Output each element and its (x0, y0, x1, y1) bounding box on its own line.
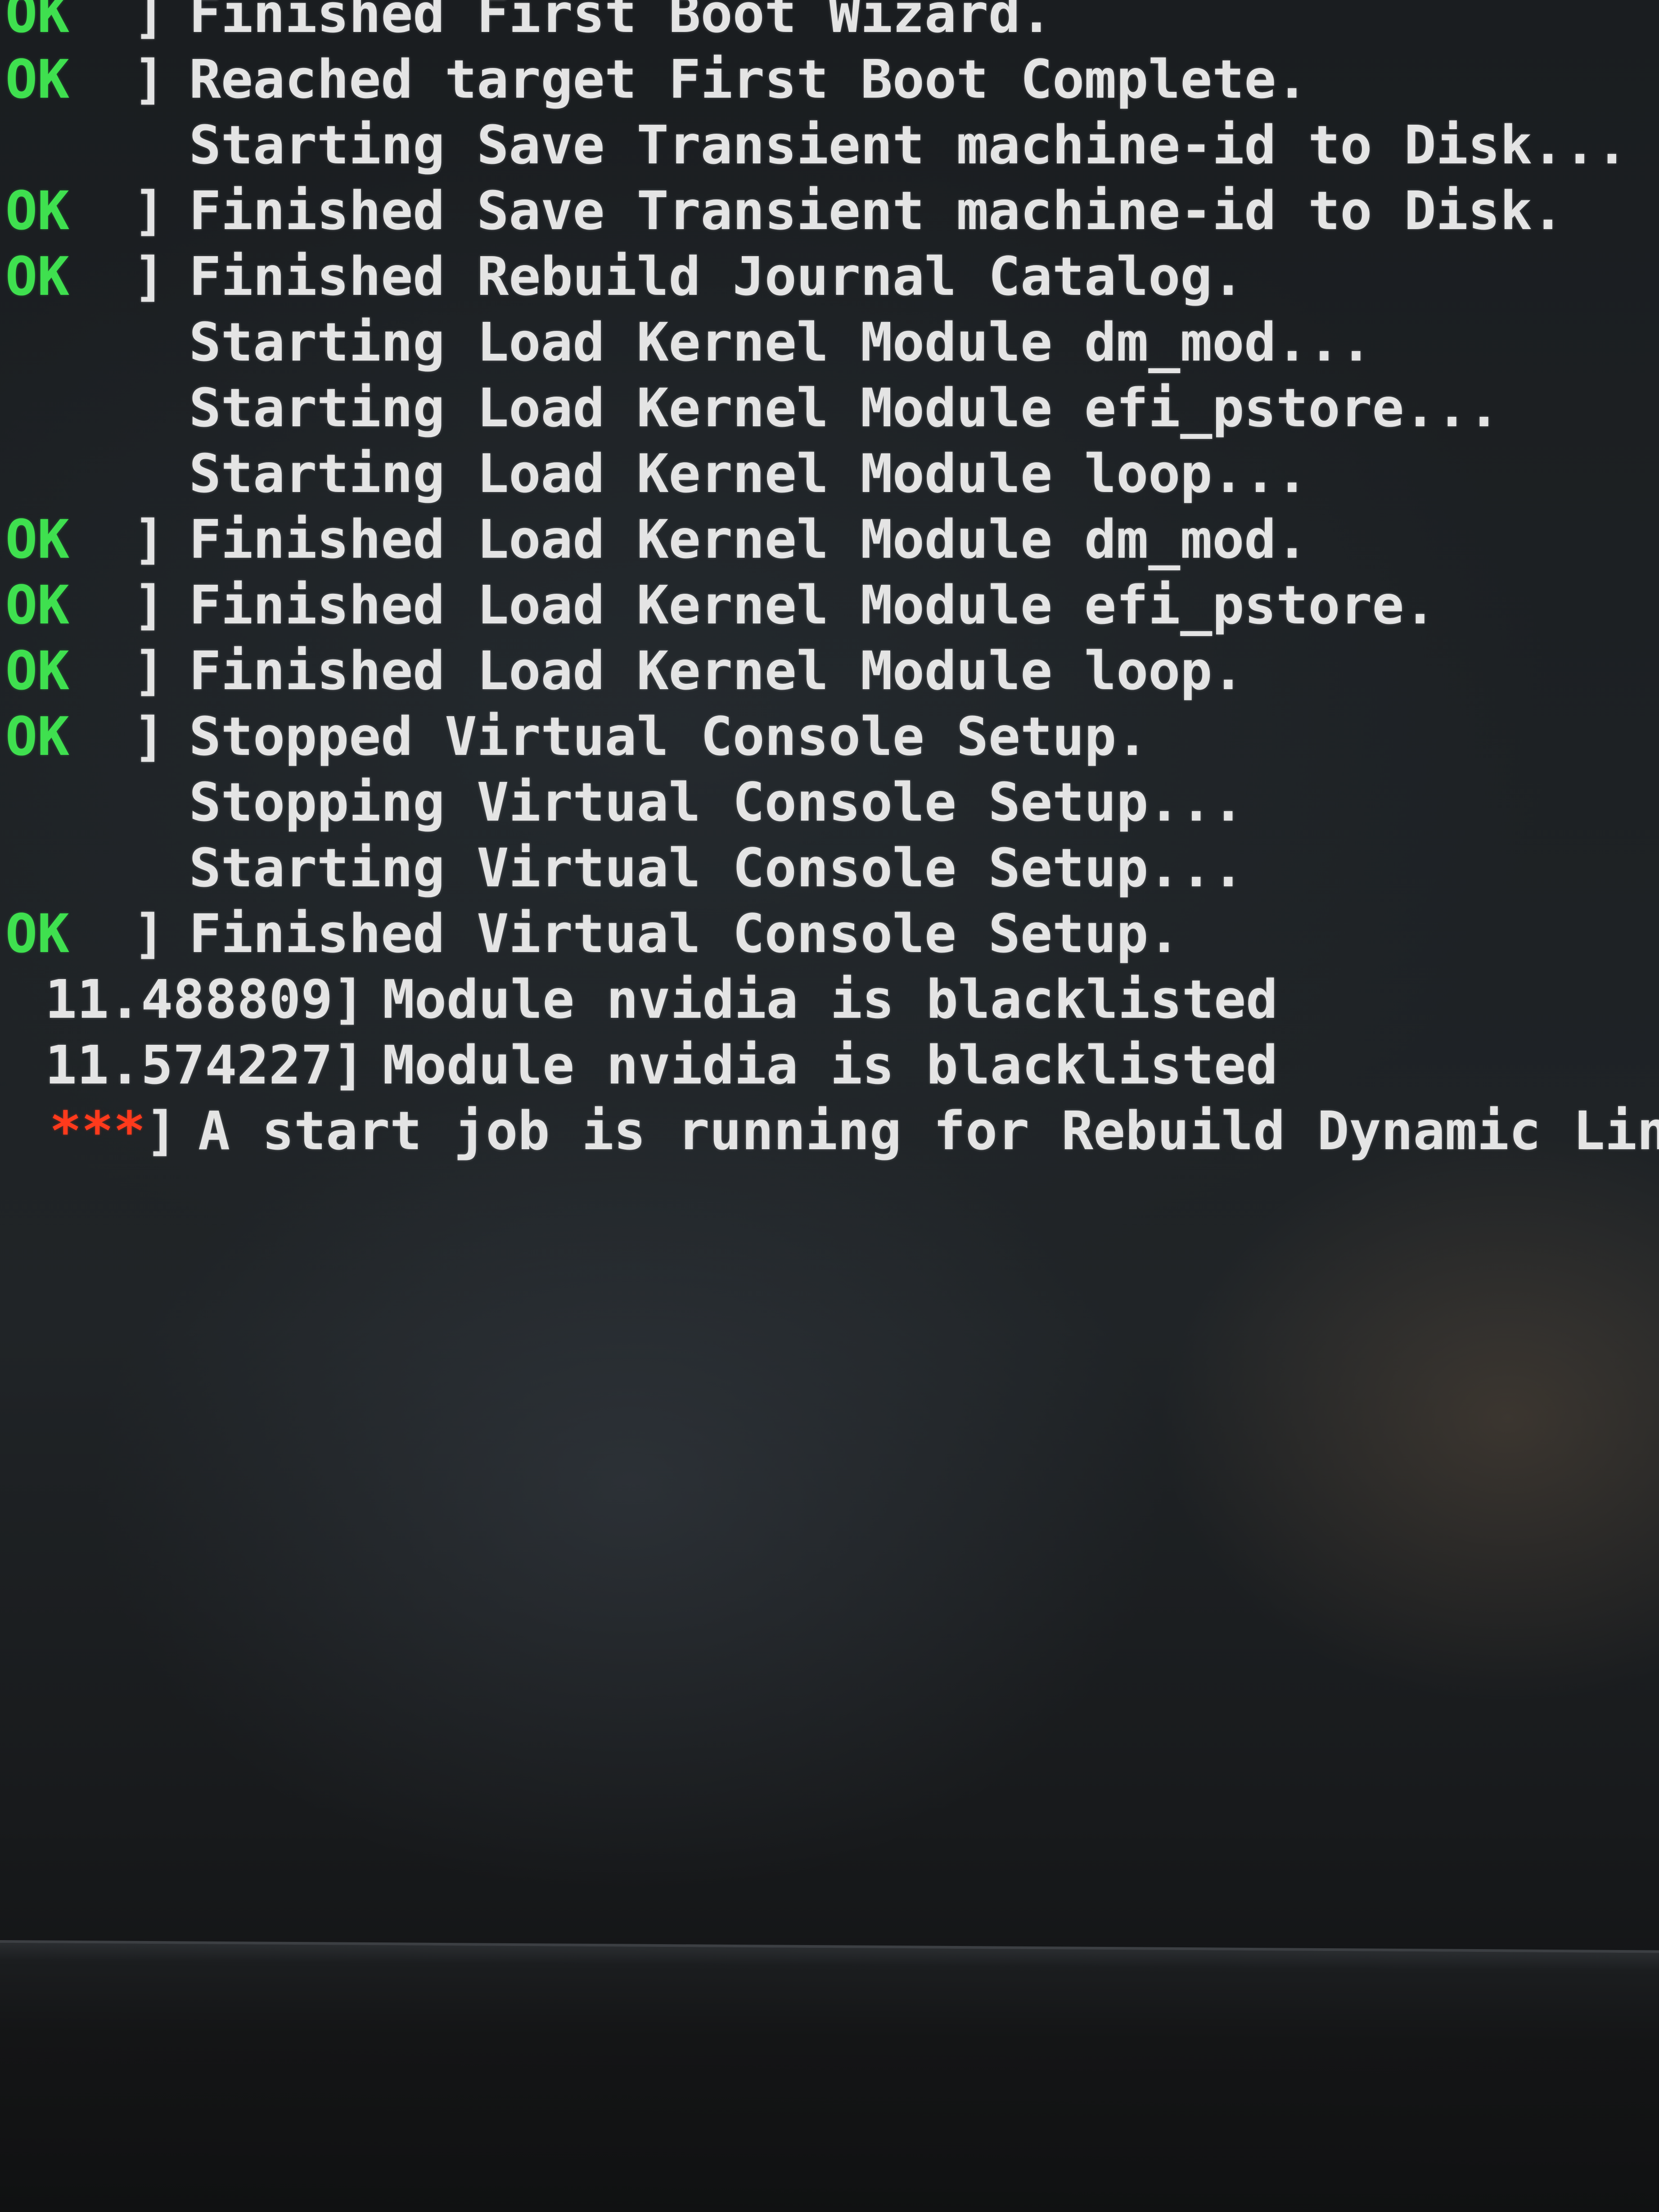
kernel-message: Module nvidia is blacklisted (383, 1034, 1278, 1096)
status-ok-label: OK (5, 48, 70, 110)
status-badge: OK ] (5, 639, 165, 702)
status-bracket: ] (69, 508, 166, 570)
status-ok-label: OK (5, 508, 70, 570)
start-job-message: A start job is running for Rebuild Dynam… (198, 1100, 1659, 1162)
status-badge: OK ] (5, 0, 165, 45)
status-ok-label: OK (5, 640, 70, 702)
log-message: Starting Load Kernel Module loop... (189, 442, 1308, 505)
status-badge: OK ] (5, 902, 165, 965)
status-bracket: ] (69, 245, 166, 307)
status-bracket: ] (69, 705, 166, 767)
status-badge: OK ] (5, 48, 165, 111)
log-message: Reached target First Boot Complete. (189, 48, 1308, 110)
log-message: Finished Load Kernel Module efi_pstore. (189, 574, 1436, 636)
status-bracket: ] (69, 574, 166, 636)
monitor-screen: OK ] Finished First Boot Wizard. OK ] Reach… (0, 0, 1659, 2212)
log-message: Starting Virtual Console Setup... (189, 837, 1244, 899)
running-stars: *** (50, 1100, 146, 1162)
boot-console: OK ] Finished First Boot Wizard. OK ] Reach… (0, 0, 1659, 1936)
status-ok-label: OK (5, 180, 70, 242)
log-message: Starting Save Transient machine-id to Di… (189, 114, 1628, 176)
status-ok-label: OK (5, 574, 70, 636)
status-badge: OK ] (5, 705, 165, 768)
status-bracket: ] (69, 0, 166, 45)
status-bracket: ] (69, 640, 166, 702)
log-message: Finished Load Kernel Module loop. (189, 640, 1244, 702)
status-ok-label: OK (5, 705, 70, 767)
status-ok-label: OK (5, 0, 70, 45)
status-bracket: ] (145, 1100, 178, 1162)
log-message: Finished First Boot Wizard. (189, 0, 1053, 45)
log-message: Stopped Virtual Console Setup. (189, 705, 1149, 767)
status-ok-label: OK (5, 903, 70, 965)
kernel-timestamp: 11.488809] (45, 968, 365, 1030)
log-message: Finished Rebuild Journal Catalog. (189, 245, 1244, 307)
log-message: Starting Load Kernel Module dm_mod... (189, 311, 1372, 373)
log-message: Finished Load Kernel Module dm_mod. (189, 508, 1308, 570)
status-badge: OK ] (5, 245, 165, 308)
log-message: Finished Save Transient machine-id to Di… (189, 180, 1564, 242)
log-message: Finished Virtual Console Setup. (189, 903, 1181, 965)
kernel-message: Module nvidia is blacklisted (383, 968, 1278, 1030)
status-badge: OK ] (5, 573, 165, 637)
status-bracket: ] (69, 903, 166, 965)
log-message: Starting Load Kernel Module efi_pstore..… (189, 377, 1500, 439)
job-progress-indicator: ***] (50, 1099, 198, 1162)
status-bracket: ] (69, 180, 166, 242)
kernel-timestamp: 11.574227] (45, 1034, 365, 1096)
status-badge: OK ] (5, 179, 165, 242)
monitor-bezel (0, 1940, 1659, 2212)
status-badge: OK ] (5, 508, 165, 571)
status-bracket: ] (69, 48, 166, 110)
status-ok-label: OK (5, 245, 70, 307)
log-message: Stopping Virtual Console Setup... (189, 771, 1244, 833)
